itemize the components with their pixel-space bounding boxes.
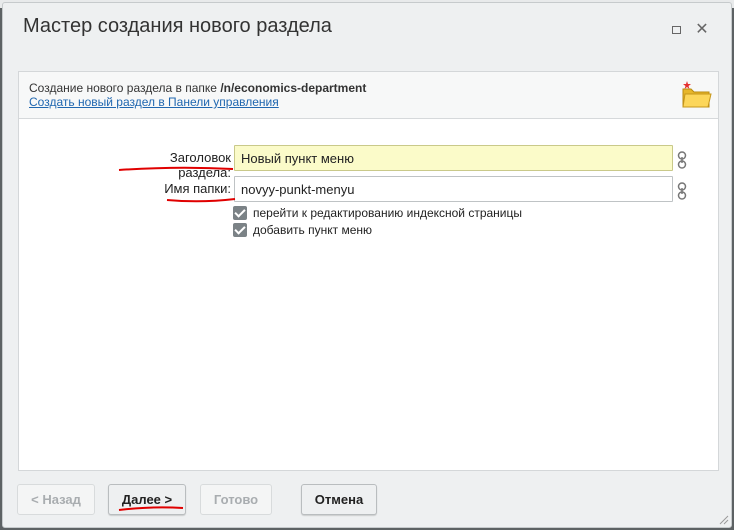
- folder-new-icon: [682, 81, 712, 108]
- red-annotation-underline: [166, 198, 236, 203]
- close-icon[interactable]: ✕: [695, 22, 709, 38]
- maximize-icon[interactable]: [669, 23, 683, 37]
- edit-index-checkbox[interactable]: [233, 206, 247, 220]
- chain-link-icon[interactable]: [677, 151, 687, 169]
- add-menu-item-checkbox-label: добавить пункт меню: [253, 223, 372, 237]
- section-title-input[interactable]: [234, 145, 673, 171]
- folder-name-label: Имя папки:: [164, 181, 231, 196]
- edit-index-option[interactable]: перейти к редактированию индексной стран…: [233, 206, 522, 220]
- add-menu-item-checkbox[interactable]: [233, 223, 247, 237]
- edit-index-checkbox-label: перейти к редактированию индексной стран…: [253, 206, 523, 220]
- header-folder-path: /n/economics-department: [220, 81, 367, 95]
- header-info: Создание нового раздела в папке /n/econo…: [29, 81, 366, 95]
- dialog-title: Мастер создания нового раздела: [23, 15, 332, 37]
- red-annotation-underline: [118, 506, 184, 511]
- wizard-panel: Создание нового раздела в папке /n/econo…: [18, 71, 719, 471]
- control-panel-link[interactable]: Создать новый раздел в Панели управления: [29, 95, 279, 109]
- panel-header: Создание нового раздела в папке /n/econo…: [19, 72, 718, 119]
- back-button[interactable]: < Назад: [17, 484, 95, 515]
- cancel-button[interactable]: Отмена: [301, 484, 377, 515]
- new-section-wizard-dialog: Мастер создания нового раздела ✕ Создани…: [2, 2, 732, 528]
- header-prefix: Создание нового раздела в папке: [29, 81, 221, 95]
- resize-grip-icon[interactable]: [717, 513, 729, 525]
- red-annotation-underline: [118, 166, 234, 171]
- chain-link-icon[interactable]: [677, 182, 687, 200]
- finish-button[interactable]: Готово: [200, 484, 272, 515]
- folder-name-input[interactable]: [234, 176, 673, 202]
- dialog-titlebar[interactable]: Мастер создания нового раздела ✕: [3, 3, 731, 55]
- add-menu-item-option[interactable]: добавить пункт меню: [233, 223, 372, 237]
